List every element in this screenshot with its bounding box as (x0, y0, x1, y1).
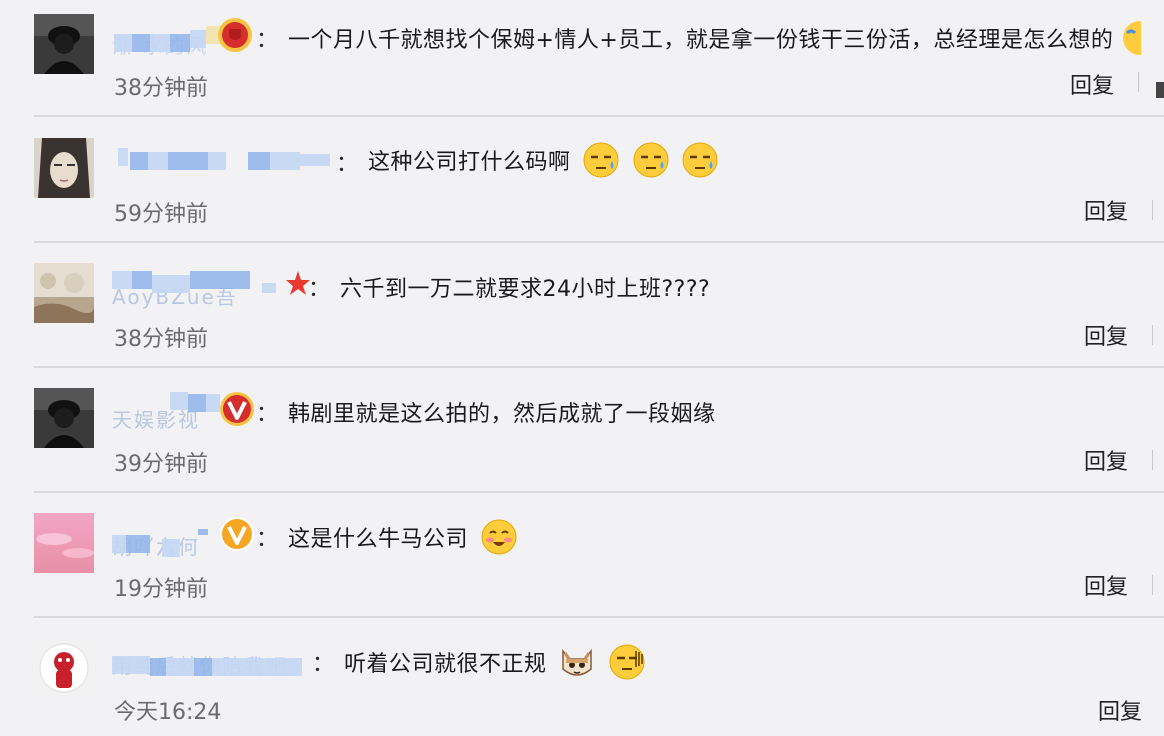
menu-icon[interactable] (1156, 82, 1164, 98)
name-mosaic (118, 148, 128, 166)
name-mosaic (170, 34, 190, 52)
separator-line (1138, 72, 1139, 92)
name-mosaic (170, 392, 188, 410)
comment-text-wrap: 这种公司打什么码啊 (368, 141, 719, 179)
name-mosaic (112, 271, 132, 289)
name-mosaic (168, 152, 208, 170)
reply-button[interactable]: 回复 (1084, 569, 1128, 601)
comment-row: 渐 水的风 ： 一个月八千就想找个保姆+情人+员工，就是拿一份钱干三份活，总经理… (0, 0, 1164, 125)
name-mosaic (152, 275, 190, 293)
name-mosaic (112, 656, 150, 674)
comment-row: ： 这种公司打什么码啊 59分钟前 回复 (0, 118, 1164, 243)
orange-v-badge-icon (218, 515, 256, 553)
name-mosaic (162, 539, 180, 557)
separator-line (1152, 200, 1153, 220)
name-mosaic (166, 658, 194, 676)
name-mosaic (208, 152, 226, 170)
red-v-badge-icon (218, 390, 256, 428)
comment-row: 天娱影视 ： 韩剧里就是这么拍的，然后成就了一段姻缘 39分钟前 回复 (0, 368, 1164, 493)
shy-emoji-icon (608, 643, 646, 681)
separator-line (1152, 325, 1153, 345)
comment-text: 这种公司打什么码啊 (368, 150, 571, 175)
comment-text-wrap: 六千到一万二就要求24小时上班???? (340, 271, 710, 303)
name-mosaic (248, 152, 270, 170)
avatar[interactable] (34, 14, 94, 74)
name-mosaic (190, 271, 250, 289)
name-mosaic (190, 30, 206, 48)
cat-emoji-icon (558, 643, 596, 681)
name-mosaic (188, 394, 206, 412)
name-mosaic (132, 271, 152, 289)
avatar[interactable] (34, 138, 94, 198)
timestamp: 38分钟前 (114, 327, 208, 352)
name-mosaic (300, 154, 330, 166)
name-mosaic (212, 658, 302, 676)
colon: ： (336, 152, 359, 177)
sweat-emoji-icon (632, 141, 670, 179)
reply-button[interactable]: 回复 (1070, 68, 1114, 100)
comment-text-wrap: 这是什么牛马公司 (288, 518, 518, 556)
name-mosaic (130, 152, 148, 170)
colon: ： (256, 402, 279, 427)
name-mosaic (112, 535, 126, 553)
comment-row: 用纯后就你陪我吧 ： 听着公司就很不正规 今天16:24 回复 (0, 618, 1164, 736)
name-mosaic (262, 283, 276, 293)
sweat-emoji-icon (582, 141, 620, 179)
partial-emoji-icon (1121, 19, 1157, 57)
reply-button[interactable]: 回复 (1084, 444, 1128, 476)
name-mosaic (150, 34, 170, 52)
name-mosaic (148, 152, 168, 170)
name-mosaic (126, 535, 150, 553)
reply-button[interactable]: 回复 (1084, 194, 1128, 226)
separator-line (1152, 450, 1153, 470)
comment-text: 韩剧里就是这么拍的，然后成就了一段姻缘 (288, 402, 716, 427)
sweat-emoji-icon (681, 141, 719, 179)
timestamp: 59分钟前 (114, 202, 208, 227)
timestamp: 39分钟前 (114, 452, 208, 477)
comment-text-wrap: 韩剧里就是这么拍的，然后成就了一段姻缘 (288, 396, 716, 428)
divider (34, 115, 1164, 117)
name-mosaic (270, 152, 300, 170)
comment-text: 六千到一万二就要求24小时上班???? (340, 277, 711, 302)
comment-text: 听着公司就很不正规 (344, 652, 547, 677)
name-mosaic (114, 34, 132, 52)
colon: ： (312, 652, 335, 677)
timestamp: 38分钟前 (114, 76, 208, 101)
comment-row: AoyBZue吾 ： 六千到一万二就要求24小时上班???? 38分钟前 回复 (0, 243, 1164, 368)
name-mosaic (198, 529, 208, 535)
red-shield-badge-icon (216, 16, 254, 54)
name-mosaic (194, 658, 212, 676)
blush-emoji-icon (480, 518, 518, 556)
avatar[interactable] (34, 263, 94, 323)
comment-list: 渐 水的风 ： 一个月八千就想找个保姆+情人+员工，就是拿一份钱干三份活，总经理… (0, 0, 1164, 736)
comment-row: 胡吖六何 ： 这是什么牛马公司 19分钟前 回复 (0, 493, 1164, 618)
reply-button[interactable]: 回复 (1084, 319, 1128, 351)
name-mosaic (132, 34, 150, 52)
avatar[interactable] (34, 388, 94, 448)
separator-line (1152, 575, 1153, 595)
avatar[interactable] (34, 513, 94, 573)
avatar[interactable] (34, 638, 94, 698)
reply-button[interactable]: 回复 (1098, 694, 1142, 726)
colon: ： (256, 28, 279, 53)
timestamp: 今天16:24 (114, 700, 222, 725)
name-mosaic (150, 658, 166, 676)
comment-text-wrap: 听着公司就很不正规 (344, 643, 646, 681)
colon: ： (308, 277, 331, 302)
comment-text: 这是什么牛马公司 (288, 527, 469, 552)
comment-text-wrap: 一个月八千就想找个保姆+情人+员工，就是拿一份钱干三份活，总经理是怎么想的 (288, 19, 1157, 57)
comment-text: 一个月八千就想找个保姆+情人+员工，就是拿一份钱干三份活，总经理是怎么想的 (288, 28, 1114, 53)
timestamp: 19分钟前 (114, 577, 208, 602)
colon: ： (256, 527, 279, 552)
